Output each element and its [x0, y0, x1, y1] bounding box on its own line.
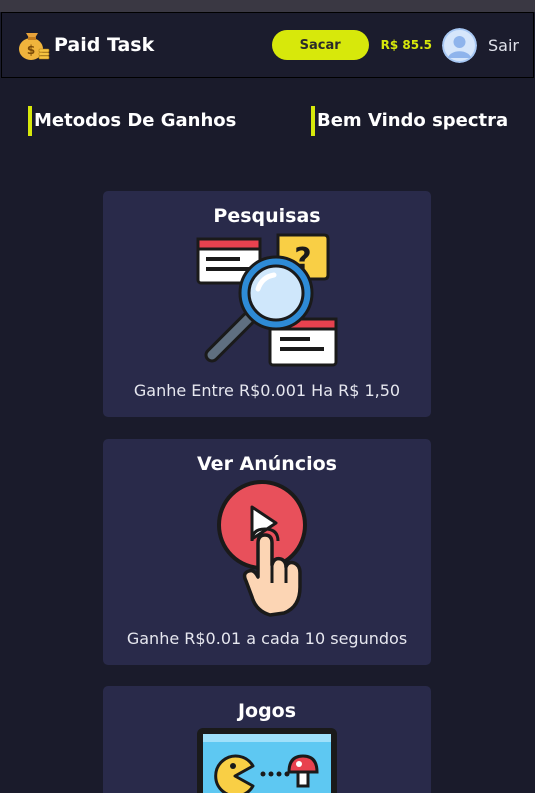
- brand-name: Paid Task: [54, 34, 155, 56]
- card-title: Jogos: [237, 700, 297, 722]
- pacman-game-icon: [197, 728, 337, 793]
- svg-text:$: $: [27, 43, 35, 57]
- card-games[interactable]: Jogos: [103, 686, 431, 793]
- balance-display: R$ 85.5: [380, 38, 433, 52]
- withdraw-button[interactable]: Sacar: [271, 30, 369, 60]
- navbar: $ Paid Task Sacar R$ 85.5 Sair: [1, 12, 534, 78]
- survey-magnifier-icon: ?: [196, 233, 338, 367]
- card-description: Ganhe Entre R$0.001 Ha R$ 1,50: [133, 381, 401, 400]
- welcome-title: Bem Vindo spectra: [311, 106, 508, 136]
- card-view-ads[interactable]: Ver Anúncios Ganhe R$0.01 a cada 10 segu…: [103, 439, 431, 665]
- logout-link[interactable]: Sair: [488, 36, 519, 55]
- card-title: Pesquisas: [213, 205, 321, 227]
- user-avatar-icon: [442, 27, 478, 63]
- card-surveys[interactable]: Pesquisas ? Ganhe Entre R$0.001 Ha R$ 1,…: [103, 191, 431, 417]
- card-description: Ganhe R$0.01 a cada 10 segundos: [126, 629, 408, 648]
- brand[interactable]: $ Paid Task: [14, 27, 154, 63]
- card-title: Ver Anúncios: [197, 453, 337, 475]
- play-click-icon: [217, 480, 307, 617]
- avatar[interactable]: [442, 27, 478, 63]
- money-bag-icon: $: [19, 33, 50, 60]
- browser-top-strip: [0, 0, 535, 12]
- earning-methods-title: Metodos De Ganhos: [28, 106, 236, 136]
